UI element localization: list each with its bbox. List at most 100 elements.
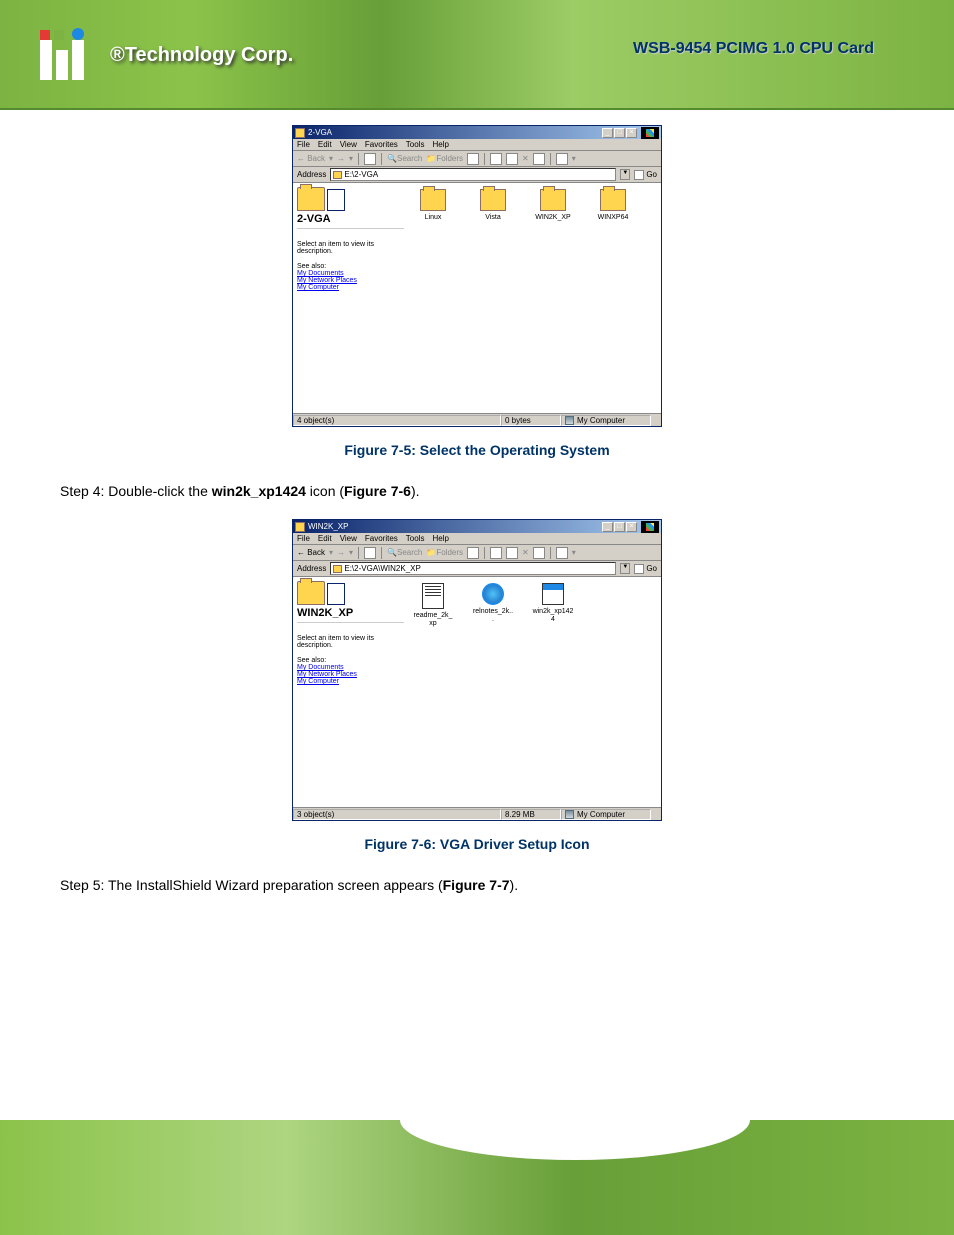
product-title: WSB-9454 PCIMG 1.0 CPU Card [633, 40, 894, 58]
history-icon[interactable] [467, 547, 479, 559]
doc-icon [327, 189, 345, 211]
address-label: Address [297, 170, 326, 179]
explorer-window-2: WIN2K_XP _ □ × File Edit View Favorites … [292, 519, 662, 821]
close-button[interactable]: × [626, 522, 637, 532]
close-button[interactable]: × [626, 128, 637, 138]
address-bar: Address E:\2-VGA\WIN2K_XP ▼ Go [293, 561, 661, 577]
computer-icon [565, 810, 574, 819]
undo-icon[interactable] [533, 153, 545, 165]
folder-icon [540, 189, 566, 211]
menu-file[interactable]: File [297, 534, 310, 543]
doc-icon [327, 583, 345, 605]
sidebar-desc: Select an item to view its description. [297, 241, 404, 255]
views-icon[interactable] [556, 547, 568, 559]
address-bar: Address E:\2-VGA ▼ Go [293, 167, 661, 183]
status-size: 0 bytes [501, 415, 561, 426]
address-dropdown[interactable]: ▼ [620, 563, 630, 574]
link-computer[interactable]: My Computer [297, 284, 404, 291]
sidebar-title: WIN2K_XP [297, 607, 404, 623]
step-5-text: Step 5: The InstallShield Wizard prepara… [60, 877, 954, 893]
copy-icon[interactable] [506, 547, 518, 559]
menu-favorites[interactable]: Favorites [365, 140, 398, 149]
folder-icon [333, 171, 342, 179]
link-computer[interactable]: My Computer [297, 678, 404, 685]
menu-edit[interactable]: Edit [318, 534, 332, 543]
figure-caption-1: Figure 7-5: Select the Operating System [0, 442, 954, 458]
maximize-button[interactable]: □ [614, 128, 625, 138]
status-location: My Computer [561, 809, 651, 820]
move-icon[interactable] [490, 547, 502, 559]
address-label: Address [297, 564, 326, 573]
menu-favorites[interactable]: Favorites [365, 534, 398, 543]
logo-icon [40, 30, 100, 80]
address-dropdown[interactable]: ▼ [620, 169, 630, 180]
minimize-button[interactable]: _ [602, 128, 613, 138]
link-network[interactable]: My Network Places [297, 671, 404, 678]
address-input[interactable]: E:\2-VGA [330, 168, 616, 181]
status-size: 8.29 MB [501, 809, 561, 820]
delete-icon[interactable]: ✕ [522, 154, 529, 163]
folders-button[interactable]: 📁Folders [426, 548, 463, 557]
menu-help[interactable]: Help [432, 140, 448, 149]
file-relnotes[interactable]: relnotes_2k... [472, 583, 514, 623]
address-input[interactable]: E:\2-VGA\WIN2K_XP [330, 562, 616, 575]
window-icon [295, 128, 305, 138]
window-icon [295, 522, 305, 532]
statusbar: 4 object(s) 0 bytes My Computer [293, 413, 661, 426]
titlebar[interactable]: WIN2K_XP _ □ × [293, 520, 661, 533]
menu-view[interactable]: View [340, 534, 357, 543]
address-path: E:\2-VGA\WIN2K_XP [344, 564, 420, 573]
folders-button[interactable]: 📁Folders [426, 154, 463, 163]
search-button[interactable]: 🔍Search [387, 548, 422, 557]
toolbar: ← Back ▾ → ▾ 🔍Search 📁Folders ✕ ▾ [293, 545, 661, 561]
menu-view[interactable]: View [340, 140, 357, 149]
maximize-button[interactable]: □ [614, 522, 625, 532]
go-button[interactable]: Go [634, 170, 657, 180]
minimize-button[interactable]: _ [602, 522, 613, 532]
search-button[interactable]: 🔍Search [387, 154, 422, 163]
forward-button[interactable]: → [337, 548, 345, 557]
folder-win2k-xp[interactable]: WIN2K_XP [532, 189, 574, 222]
go-button[interactable]: Go [634, 564, 657, 574]
back-button[interactable]: ← Back [297, 154, 325, 163]
folder-vista[interactable]: Vista [472, 189, 514, 222]
sidebar-desc: Select an item to view its description. [297, 635, 404, 649]
copy-icon[interactable] [506, 153, 518, 165]
menu-tools[interactable]: Tools [406, 534, 425, 543]
history-icon[interactable] [467, 153, 479, 165]
sidebar: WIN2K_XP Select an item to view its desc… [293, 577, 408, 807]
figure-caption-2: Figure 7-6: VGA Driver Setup Icon [0, 836, 954, 852]
link-documents[interactable]: My Documents [297, 270, 404, 277]
logo-text: ®Technology Corp. [110, 44, 293, 67]
toolbar: ← Back ▾ → ▾ 🔍Search 📁Folders ✕ ▾ [293, 151, 661, 167]
sidebar-title: 2-VGA [297, 213, 404, 229]
window-title: WIN2K_XP [308, 522, 348, 531]
move-icon[interactable] [490, 153, 502, 165]
window-title: 2-VGA [308, 128, 332, 137]
file-readme[interactable]: readme_2k_xp [412, 583, 454, 627]
undo-icon[interactable] [533, 547, 545, 559]
folder-linux[interactable]: Linux [412, 189, 454, 222]
go-icon [634, 170, 644, 180]
folder-winxp64[interactable]: WINXP64 [592, 189, 634, 222]
go-icon [634, 564, 644, 574]
menu-tools[interactable]: Tools [406, 140, 425, 149]
app-icon [542, 583, 564, 605]
ie-icon [482, 583, 504, 605]
delete-icon[interactable]: ✕ [522, 548, 529, 557]
back-button[interactable]: ← Back [297, 548, 325, 557]
views-icon[interactable] [556, 153, 568, 165]
menu-help[interactable]: Help [432, 534, 448, 543]
address-path: E:\2-VGA [344, 170, 378, 179]
up-icon[interactable] [364, 153, 376, 165]
link-documents[interactable]: My Documents [297, 664, 404, 671]
titlebar[interactable]: 2-VGA _ □ × [293, 126, 661, 139]
link-network[interactable]: My Network Places [297, 277, 404, 284]
menu-file[interactable]: File [297, 140, 310, 149]
forward-button[interactable]: → [337, 154, 345, 163]
file-installer[interactable]: win2k_xp1424 [532, 583, 574, 623]
header-banner: ®Technology Corp. WSB-9454 PCIMG 1.0 CPU… [0, 0, 954, 110]
up-icon[interactable] [364, 547, 376, 559]
menu-edit[interactable]: Edit [318, 140, 332, 149]
text-file-icon [422, 583, 444, 609]
